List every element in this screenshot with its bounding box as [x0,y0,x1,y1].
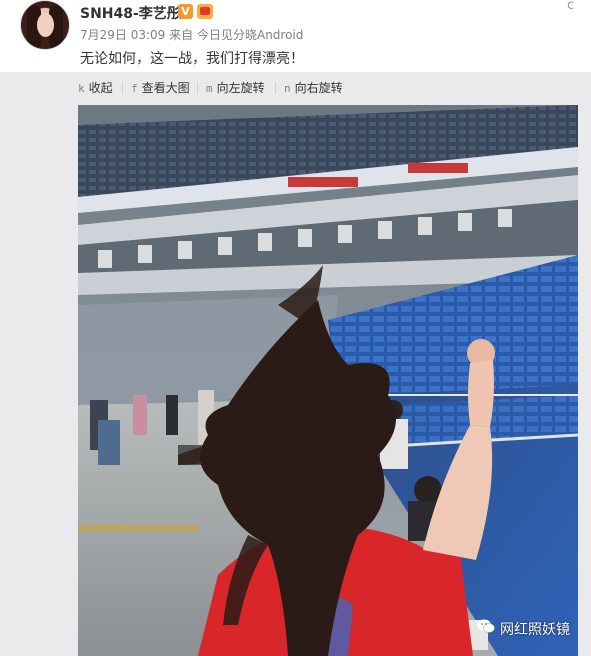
weibo-post-card: SNH48-李艺彤 V 7月29日 03:09 来自 今日见分晓Android … [0,0,591,656]
username[interactable]: SNH48-李艺彤 [80,3,181,23]
verified-badge-icon[interactable]: V [178,4,193,19]
collapse-label: 收起 [88,81,113,95]
avatar[interactable] [20,0,70,50]
toolbar-divider [122,82,123,94]
vip-badge-icon[interactable] [197,4,213,19]
watermark-text: 网红照妖镜 [500,622,570,638]
rotate-left-button[interactable]: m 向左旋转 [206,79,265,96]
arena-photo-illustration [78,105,578,656]
post-timestamp[interactable]: 7月29日 03:09 [80,28,165,42]
wechat-icon [477,619,495,633]
toolbar-divider [275,82,276,94]
view-large-button[interactable]: f 查看大图 [131,79,190,96]
source-prefix: 来自 [169,28,194,42]
rotate-right-label: 向右旋转 [294,81,343,95]
rotate-right-button[interactable]: n 向右旋转 [284,79,343,96]
rotate-right-key: n [284,82,291,95]
menu-caret-icon[interactable]: c [567,0,574,13]
post-header: SNH48-李艺彤 V 7月29日 03:09 来自 今日见分晓Android … [0,0,591,72]
collapse-key: k [78,82,85,95]
post-meta: 7月29日 03:09 来自 今日见分晓Android [80,26,303,43]
view-large-label: 查看大图 [141,81,190,95]
post-photo[interactable] [78,105,578,656]
rotate-left-key: m [206,82,213,95]
rotate-left-label: 向左旋转 [216,81,265,95]
collapse-button[interactable]: k 收起 [78,79,113,96]
post-source[interactable]: 今日见分晓Android [197,28,303,42]
view-large-key: f [131,82,138,95]
toolbar-divider [197,82,198,94]
post-text: 无论如何，这一战，我们打得漂亮！ [80,51,304,67]
